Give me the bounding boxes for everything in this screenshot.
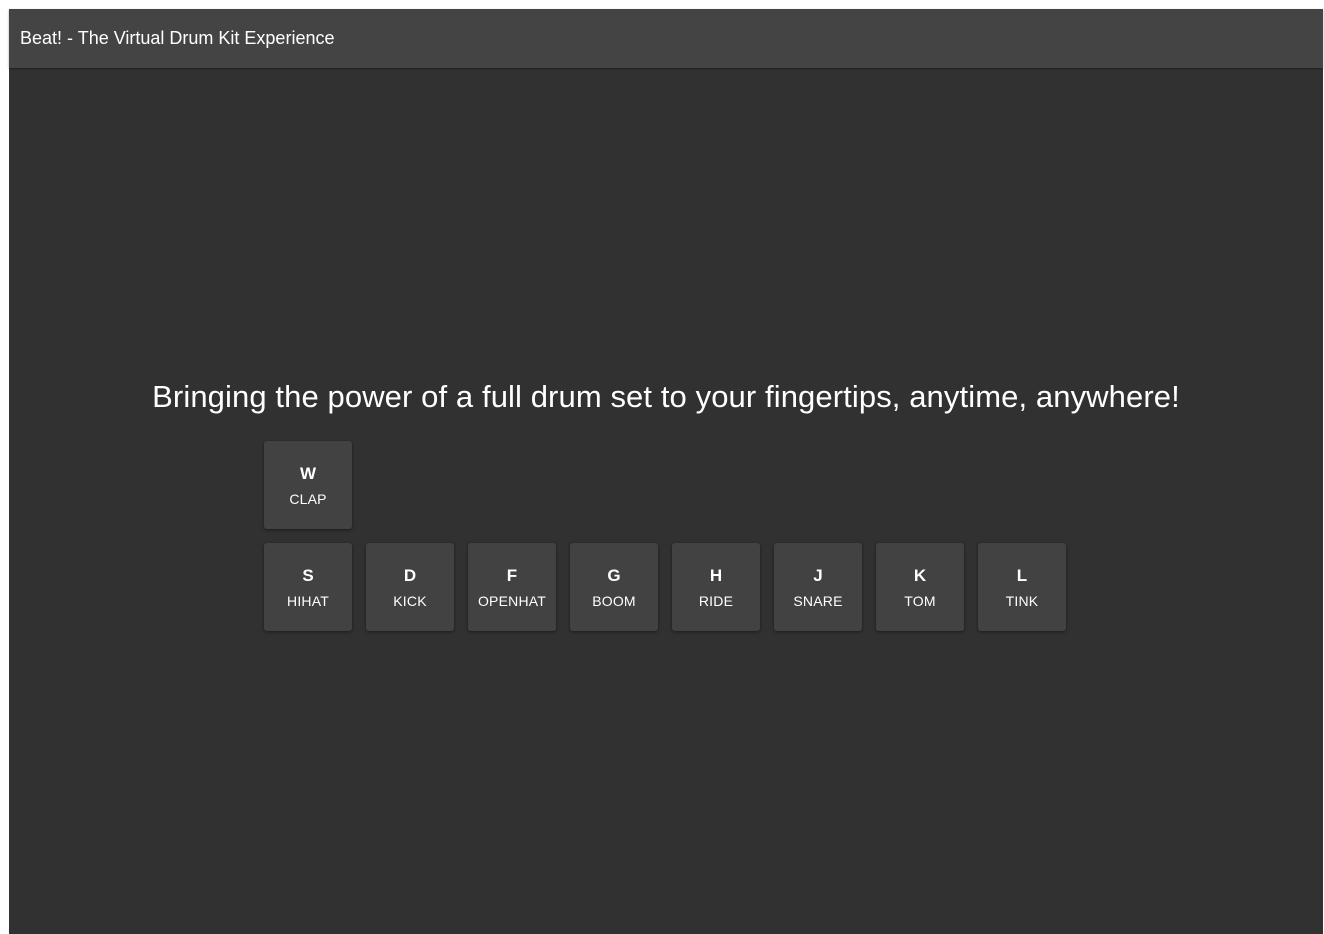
tagline: Bringing the power of a full drum set to… [152, 379, 1180, 414]
drum-key-ride[interactable]: H RIDE [672, 543, 760, 631]
drum-key-hihat[interactable]: S HIHAT [264, 543, 352, 631]
key-letter: D [403, 565, 417, 585]
drum-key-snare[interactable]: J SNARE [774, 543, 862, 631]
key-sound-label: BOOM [592, 592, 636, 609]
key-sound-label: CLAP [289, 490, 327, 507]
app-title: Beat! - The Virtual Drum Kit Experience [20, 28, 335, 48]
key-sound-label: HIHAT [287, 592, 329, 609]
key-letter: W [299, 463, 317, 483]
drum-keys-bottom-row: S HIHAT D KICK F OPENHAT G BOOM H RIDE J… [264, 543, 1066, 631]
key-letter: K [913, 565, 927, 585]
drum-key-tom[interactable]: K TOM [876, 543, 964, 631]
top-app-bar: Beat! - The Virtual Drum Kit Experience [9, 9, 1323, 68]
key-sound-label: TOM [904, 592, 936, 609]
drum-key-kick[interactable]: D KICK [366, 543, 454, 631]
key-sound-label: OPENHAT [477, 592, 547, 609]
key-letter: F [506, 565, 518, 585]
key-letter: J [813, 565, 823, 585]
key-sound-label: KICK [393, 592, 427, 609]
drum-key-boom[interactable]: G BOOM [570, 543, 658, 631]
key-letter: L [1016, 565, 1028, 585]
app-window: Beat! - The Virtual Drum Kit Experience … [9, 9, 1323, 934]
key-sound-label: SNARE [793, 592, 843, 609]
drum-keys-top-row: W CLAP [264, 441, 352, 529]
key-letter: H [709, 565, 723, 585]
key-sound-label: TINK [1005, 592, 1039, 609]
key-letter: G [607, 565, 621, 585]
drum-key-openhat[interactable]: F OPENHAT [468, 543, 556, 631]
key-letter: S [302, 565, 314, 585]
drum-key-tink[interactable]: L TINK [978, 543, 1066, 631]
drum-key-clap[interactable]: W CLAP [264, 441, 352, 529]
key-sound-label: RIDE [698, 592, 734, 609]
